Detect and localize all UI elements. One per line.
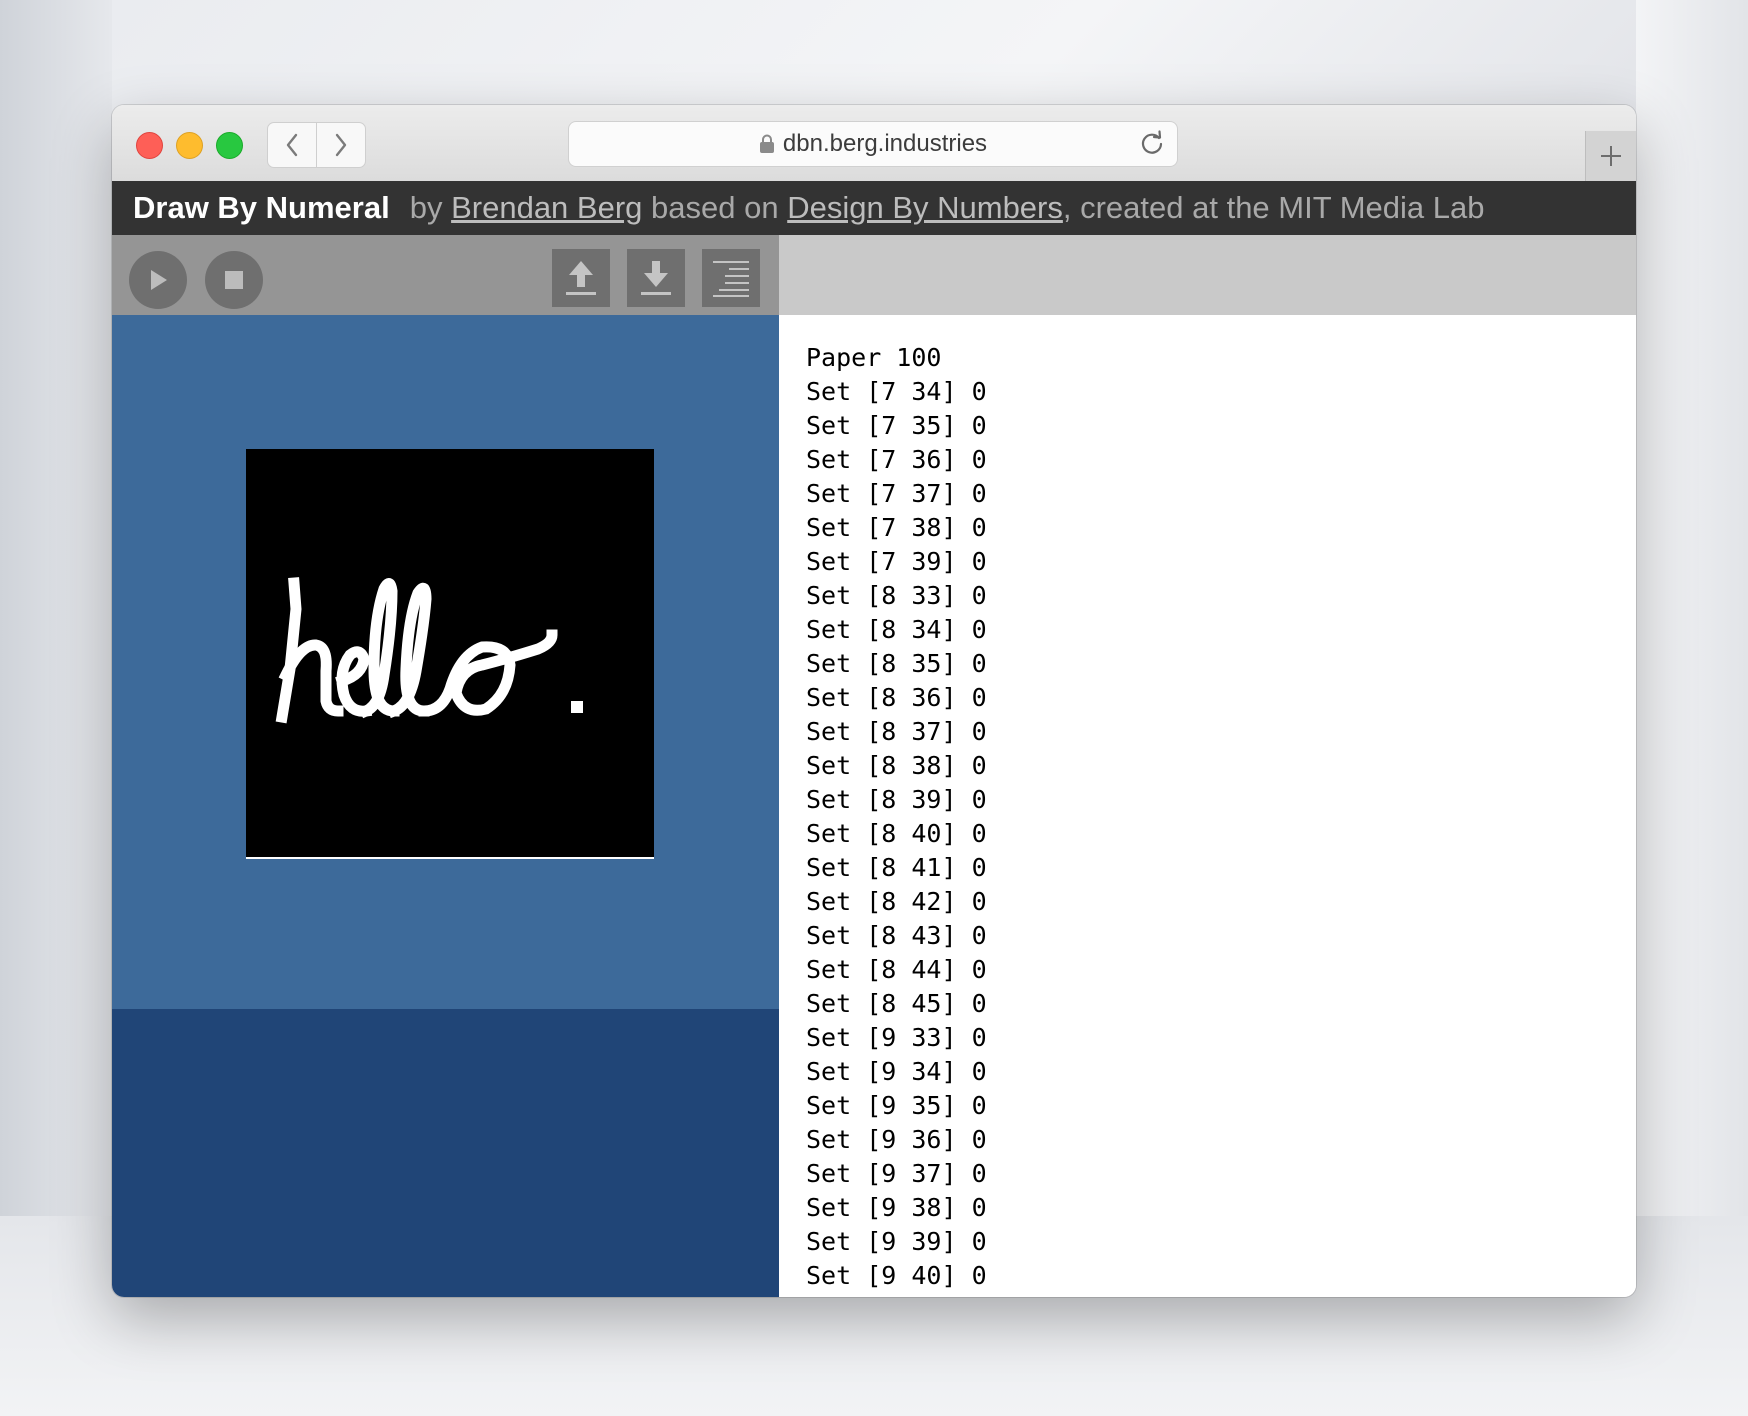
forward-button[interactable] xyxy=(316,122,366,168)
code-line: Set [9 40] 0 xyxy=(806,1261,987,1290)
hello-drawing xyxy=(275,577,583,724)
reload-icon[interactable] xyxy=(1139,130,1165,156)
code-line: Set [8 33] 0 xyxy=(806,581,987,610)
app-title: Draw By Numeral xyxy=(133,190,390,225)
minimize-window-button[interactable] xyxy=(176,132,203,159)
code-line: Set [9 38] 0 xyxy=(806,1193,987,1222)
download-button[interactable] xyxy=(627,249,685,307)
browser-titlebar: dbn.berg.industries xyxy=(112,105,1636,182)
code-line: Set [9 36] 0 xyxy=(806,1125,987,1154)
header-suffix-text: , created at the MIT Media Lab xyxy=(1062,190,1485,225)
stage-panel xyxy=(112,315,779,1009)
upload-button[interactable] xyxy=(552,249,610,307)
toggle-panel-button[interactable] xyxy=(702,249,760,307)
code-line: Set [8 41] 0 xyxy=(806,853,987,882)
code-line: Set [8 42] 0 xyxy=(806,887,987,916)
address-bar[interactable]: dbn.berg.industries xyxy=(568,121,1178,167)
code-line: Set [8 44] 0 xyxy=(806,955,987,984)
code-lines: Paper 100 Set [7 34] 0 Set [7 35] 0 Set [7 … xyxy=(806,341,1636,1293)
zoom-window-button[interactable] xyxy=(216,132,243,159)
code-line: Set [9 34] 0 xyxy=(806,1057,987,1086)
browser-window: dbn.berg.industries Draw By Numeral by B… xyxy=(112,105,1636,1297)
new-tab-button[interactable] xyxy=(1585,131,1636,181)
code-line: Set [8 39] 0 xyxy=(806,785,987,814)
chevron-left-icon xyxy=(286,133,298,157)
stage-lower-panel xyxy=(112,1009,779,1297)
code-line: Set [7 39] 0 xyxy=(806,547,987,576)
toolbar-spacer xyxy=(779,235,1636,315)
code-line: Set [7 38] 0 xyxy=(806,513,987,542)
stop-icon xyxy=(225,271,243,289)
code-editor[interactable]: Paper 100 Set [7 34] 0 Set [7 35] 0 Set [7 … xyxy=(779,315,1636,1297)
back-button[interactable] xyxy=(267,122,317,168)
code-line: Set [8 36] 0 xyxy=(806,683,987,712)
based-on-text: based on xyxy=(651,190,779,225)
site-header: Draw By Numeral by Brendan Berg based on… xyxy=(112,181,1636,235)
code-line: Set [9 39] 0 xyxy=(806,1227,987,1256)
stop-button[interactable] xyxy=(205,251,263,309)
code-line: Set [8 45] 0 xyxy=(806,989,987,1018)
run-button[interactable] xyxy=(129,251,187,309)
download-icon xyxy=(641,261,671,295)
play-icon xyxy=(151,270,167,290)
code-line: Set [8 43] 0 xyxy=(806,921,987,950)
background-structure xyxy=(1636,0,1748,1416)
code-line: Set [7 35] 0 xyxy=(806,411,987,440)
code-line: Set [8 34] 0 xyxy=(806,615,987,644)
by-text: by xyxy=(409,190,443,225)
code-line: Set [9 37] 0 xyxy=(806,1159,987,1188)
menu-lines-icon xyxy=(713,261,749,297)
code-line: Set [9 33] 0 xyxy=(806,1023,987,1052)
code-line: Set [7 34] 0 xyxy=(806,377,987,406)
url-text: dbn.berg.industries xyxy=(782,130,988,157)
background-structure xyxy=(0,0,112,1416)
code-line: Set [8 38] 0 xyxy=(806,751,987,780)
code-line: Set [8 35] 0 xyxy=(806,649,987,678)
plus-icon xyxy=(1601,146,1621,166)
period-mark xyxy=(571,701,583,713)
code-line: Paper 100 xyxy=(806,343,942,372)
drawing-canvas xyxy=(246,449,654,859)
design-by-numbers-link[interactable]: Design By Numbers xyxy=(787,190,1063,226)
upload-icon xyxy=(566,261,596,295)
code-line: Set [7 36] 0 xyxy=(806,445,987,474)
code-line: Set [8 37] 0 xyxy=(806,717,987,746)
close-window-button[interactable] xyxy=(136,132,163,159)
code-line: Set [9 35] 0 xyxy=(806,1091,987,1120)
code-line: Set [8 40] 0 xyxy=(806,819,987,848)
code-line: Set [7 37] 0 xyxy=(806,479,987,508)
chevron-right-icon xyxy=(335,133,347,157)
editor-toolbar xyxy=(112,235,779,315)
author-link[interactable]: Brendan Berg xyxy=(451,190,642,226)
lock-icon xyxy=(759,134,774,153)
